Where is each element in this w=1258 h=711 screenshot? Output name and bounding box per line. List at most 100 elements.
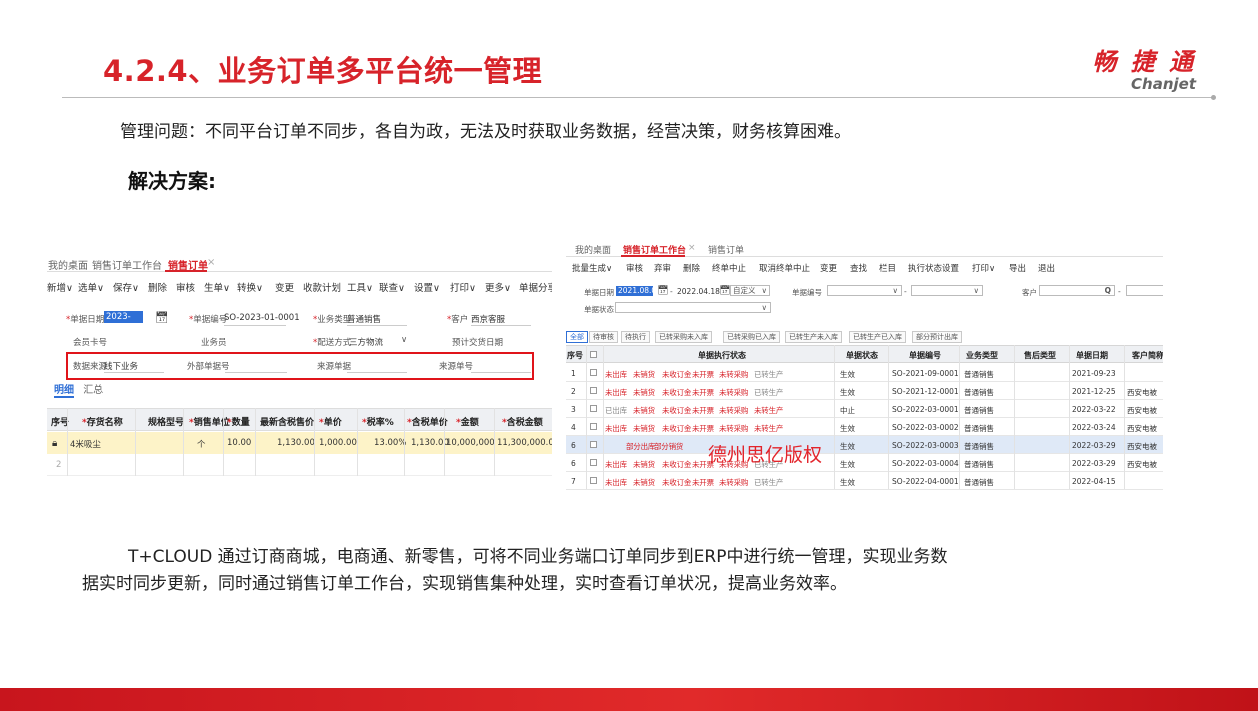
status-tab-purchase-received[interactable]: 已转采购已入库	[723, 331, 780, 343]
toolbar-collection-plan-button[interactable]: 收款计划	[303, 280, 341, 294]
table-row[interactable]: 7 未出库 未销货 未收订金 未开票 未转采购 已转生产 生效 SO-2022-04-0001 普…	[566, 472, 1163, 490]
row-checkbox[interactable]	[590, 477, 597, 484]
toolbar-columns-button[interactable]: 栏目	[879, 262, 896, 274]
toolbar-share-button[interactable]: 单据分享	[519, 280, 552, 294]
tab-sales-order[interactable]: 销售订单	[708, 243, 744, 256]
toolbar-export-button[interactable]: 导出	[1009, 262, 1026, 274]
tab-my-desktop[interactable]: 我的桌面	[575, 243, 611, 256]
subtab-detail[interactable]: 明细	[54, 385, 74, 396]
table-row[interactable]: 1 未出库 未销货 未收订金 未开票 未转采购 已转生产 生效 SO-2021-09-0001 普…	[566, 364, 1163, 382]
toolbar-convert-button[interactable]: 转换∨	[237, 280, 263, 294]
cell-tax-amount[interactable]: 11,300,000.00	[497, 438, 552, 448]
toolbar-cancel-terminate-button[interactable]: 取消终单中止	[759, 262, 810, 274]
status-tab-partial-outbound[interactable]: 部分预计出库	[912, 331, 962, 343]
cell-doc-status: 生效	[840, 460, 855, 469]
cell-item-name[interactable]: 4米吸尘	[70, 438, 101, 450]
cell-doc-number[interactable]: SO-2021-09-0001	[892, 369, 959, 378]
row-checkbox[interactable]	[590, 459, 597, 466]
calendar-icon[interactable]: 📅︎	[719, 286, 730, 296]
toolbar-delete-button[interactable]: 删除	[683, 262, 700, 274]
cell-doc-number[interactable]: SO-2022-03-0003	[892, 441, 959, 450]
toolbar-audit-button[interactable]: 审核	[176, 280, 195, 294]
toolbar-exit-button[interactable]: 退出	[1038, 262, 1055, 274]
cell-doc-number[interactable]: SO-2021-12-0001	[892, 387, 959, 396]
title-divider	[62, 97, 1214, 98]
calendar-icon[interactable]: 📅︎	[155, 311, 169, 324]
filter-status-select[interactable]: ∨	[615, 302, 771, 313]
date-input[interactable]: 2023-01-21	[104, 311, 143, 334]
chevron-down-icon[interactable]: ∨	[401, 335, 407, 345]
toolbar-print-button[interactable]: 打印∨	[450, 280, 476, 294]
select-all-checkbox[interactable]	[590, 351, 597, 358]
status-tab-production-unreceived[interactable]: 已转生产未入库	[785, 331, 842, 343]
close-icon[interactable]: ×	[688, 243, 696, 253]
subtab-summary[interactable]: 汇总	[83, 385, 103, 396]
table-row[interactable]: 🔒︎ 4米吸尘 个 10.00 1,130.00 1,000.00 13.00%…	[47, 432, 552, 454]
customer-input[interactable]: 西京客服	[471, 313, 505, 325]
status-tab-all[interactable]: 全部	[566, 331, 588, 343]
toolbar-generate-button[interactable]: 生单∨	[204, 280, 230, 294]
cell-doc-number[interactable]: SO-2022-03-0004	[892, 459, 959, 468]
toolbar-settings-button[interactable]: 设置∨	[414, 280, 440, 294]
table-row[interactable]: 6 未出库 未销货 未收订金 未开票 未转采购 已转生产 生效 SO-2022-03-0004 普…	[566, 454, 1163, 472]
toolbar-delete-button[interactable]: 删除	[148, 280, 167, 294]
row-checkbox[interactable]	[590, 423, 597, 430]
table-row[interactable]: 2	[47, 454, 552, 476]
calendar-icon[interactable]: 📅︎	[657, 286, 668, 296]
cell-unit[interactable]: 个	[197, 438, 206, 450]
cell-doc-number[interactable]: SO-2022-03-0001	[892, 405, 959, 414]
table-row[interactable]: 2 未出库 未销货 未收订金 未开票 未转采购 已转生产 生效 SO-2021-12-0001 普…	[566, 382, 1163, 400]
row-lock-icon[interactable]: 🔒︎	[52, 438, 57, 449]
toolbar-terminate-button[interactable]: 终单中止	[712, 262, 746, 274]
filter-date-label: 单据日期	[584, 288, 614, 297]
exec-status-tag: 未转采购	[719, 478, 749, 487]
status-tab-pending-audit[interactable]: 待审核	[589, 331, 618, 343]
tab-sales-workbench[interactable]: 销售订单工作台	[92, 257, 162, 272]
filter-date-to[interactable]: 2022.04.18	[677, 287, 720, 296]
table-row[interactable]: 4 未出库 未销货 未收订金 未开票 未转采购 未转生产 生效 SO-2022-03-0002 普…	[566, 418, 1163, 436]
row-checkbox[interactable]	[590, 441, 597, 448]
row-checkbox[interactable]	[590, 369, 597, 376]
close-icon[interactable]: ×	[207, 257, 215, 268]
filter-customer-input[interactable]: Q	[1039, 285, 1115, 296]
toolbar-print-button[interactable]: 打印∨	[972, 262, 995, 274]
toolbar-batch-generate-button[interactable]: 批量生成∨	[572, 262, 612, 274]
filter-number-to[interactable]: ∨	[911, 285, 983, 296]
table-row[interactable]: 6 部分出库 部分销货 生效 SO-2022-03-0003 普通销售 2022-03-29…	[566, 436, 1163, 454]
cell-amount[interactable]: 10,000,000	[446, 438, 495, 448]
filter-customer-to[interactable]	[1126, 285, 1163, 296]
filter-date-from[interactable]: 2021.08.01	[616, 286, 661, 296]
toolbar-tools-button[interactable]: 工具∨	[347, 280, 373, 294]
toolbar-change-button[interactable]: 变更	[820, 262, 837, 274]
row-checkbox[interactable]	[590, 405, 597, 412]
period-select[interactable]: 自定义 ∨	[730, 285, 770, 296]
row-checkbox[interactable]	[590, 387, 597, 394]
toolbar-exec-status-button[interactable]: 执行状态设置	[908, 262, 959, 274]
toolbar-audit-button[interactable]: 审核	[626, 262, 643, 274]
toolbar-find-button[interactable]: 查找	[850, 262, 867, 274]
cell-latest-price[interactable]: 1,130.00	[277, 438, 315, 448]
number-input[interactable]: SO-2023-01-0001	[224, 313, 300, 323]
cell-unit-price[interactable]: 1,000.00	[319, 438, 357, 448]
toolbar-select-button[interactable]: 选单∨	[78, 280, 104, 294]
cell-tax-rate[interactable]: 13.00%	[374, 438, 406, 448]
status-tab-production-received[interactable]: 已转生产已入库	[849, 331, 906, 343]
cell-qty[interactable]: 10.00	[227, 438, 251, 448]
search-icon[interactable]: Q	[1105, 286, 1111, 295]
delivery-select[interactable]: 三方物流	[349, 336, 383, 348]
toolbar-save-button[interactable]: 保存∨	[113, 280, 139, 294]
cell-doc-number[interactable]: SO-2022-04-0001	[892, 477, 959, 486]
toolbar-linked-query-button[interactable]: 联查∨	[379, 280, 405, 294]
toolbar-change-button[interactable]: 变更	[275, 280, 294, 294]
cell-doc-number[interactable]: SO-2022-03-0002	[892, 423, 959, 432]
toolbar-more-button[interactable]: 更多∨	[485, 280, 511, 294]
toolbar-new-button[interactable]: 新增∨	[47, 280, 73, 294]
number-label: 单据编号	[189, 313, 227, 325]
filter-number-from[interactable]: ∨	[827, 285, 902, 296]
tab-my-desktop[interactable]: 我的桌面	[48, 257, 88, 272]
toolbar-unaudit-button[interactable]: 弃审	[654, 262, 671, 274]
table-row[interactable]: 3 已出库 未销货 未收订金 未开票 未转采购 未转生产 中止 SO-2022-03-0001 普…	[566, 400, 1163, 418]
status-tab-pending-exec[interactable]: 待执行	[621, 331, 650, 343]
biztype-input[interactable]: 普通销售	[347, 313, 381, 325]
status-tab-purchase-unreceived[interactable]: 已转采购未入库	[655, 331, 712, 343]
